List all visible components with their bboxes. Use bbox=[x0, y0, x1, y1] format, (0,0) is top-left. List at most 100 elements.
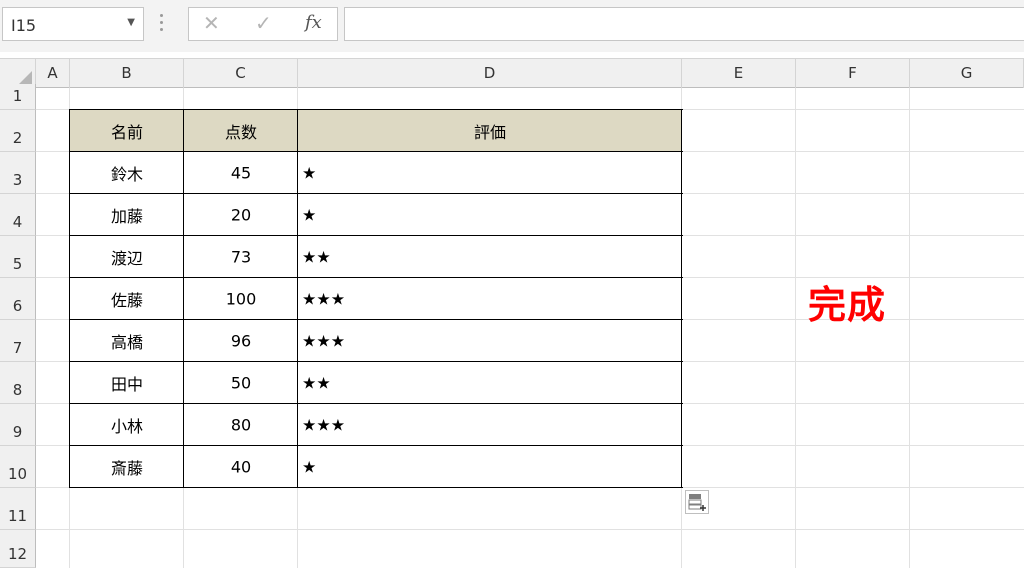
cell-text: ★★★ bbox=[302, 331, 346, 351]
table-cell[interactable]: 80 bbox=[184, 404, 298, 446]
cell-text: 100 bbox=[225, 289, 257, 309]
gridline-vertical bbox=[909, 88, 910, 568]
table-cell[interactable]: 加藤 bbox=[70, 194, 184, 236]
column-header-d[interactable]: D bbox=[298, 59, 682, 88]
table-cell[interactable]: 73 bbox=[184, 236, 298, 278]
table-cell[interactable]: 小林 bbox=[70, 404, 184, 446]
table-border-vertical bbox=[681, 109, 682, 488]
table-cell[interactable]: ★★★ bbox=[298, 404, 682, 446]
table-cell[interactable]: ★ bbox=[298, 194, 682, 236]
column-header-f[interactable]: F bbox=[796, 59, 910, 88]
cell-text: 佐藤 bbox=[110, 291, 143, 310]
row-header-label: 1 bbox=[12, 87, 23, 105]
table-cell[interactable]: ★★★ bbox=[298, 320, 682, 362]
row-header-3[interactable]: 3 bbox=[0, 152, 36, 194]
table-border-vertical bbox=[297, 109, 298, 488]
gridline-vertical bbox=[795, 88, 796, 568]
table-border-horizontal bbox=[70, 277, 683, 278]
row-header-9[interactable]: 9 bbox=[0, 404, 36, 446]
row-header-11[interactable]: 11 bbox=[0, 488, 36, 530]
table-cell[interactable]: 45 bbox=[184, 152, 298, 194]
enter-icon[interactable]: ✓ bbox=[255, 11, 272, 35]
row-header-label: 11 bbox=[7, 507, 28, 525]
column-header-b[interactable]: B bbox=[70, 59, 184, 88]
row-header-2[interactable]: 2 bbox=[0, 110, 36, 152]
row-header-10[interactable]: 10 bbox=[0, 446, 36, 488]
column-header-a[interactable]: A bbox=[36, 59, 70, 88]
chevron-down-icon[interactable]: ▼ bbox=[127, 17, 135, 28]
table-header-cell[interactable]: 名前 bbox=[70, 110, 184, 152]
row-header-label: 10 bbox=[7, 465, 28, 483]
table-border-horizontal bbox=[70, 235, 683, 236]
table-border-vertical bbox=[69, 109, 70, 488]
row-header-1[interactable]: 1 bbox=[0, 84, 36, 110]
cell-text: 20 bbox=[230, 205, 252, 225]
select-all-triangle-icon bbox=[18, 71, 32, 85]
table-border-horizontal bbox=[70, 403, 683, 404]
row-header-12[interactable]: 12 bbox=[0, 530, 36, 568]
cell-text: 評価 bbox=[473, 123, 506, 142]
table-cell[interactable]: 50 bbox=[184, 362, 298, 404]
row-header-8[interactable]: 8 bbox=[0, 362, 36, 404]
table-cell[interactable]: ★★★ bbox=[298, 278, 682, 320]
table-cell[interactable]: 40 bbox=[184, 446, 298, 488]
cancel-icon[interactable]: ✕ bbox=[203, 11, 220, 35]
formula-input[interactable] bbox=[344, 7, 1024, 41]
table-cell[interactable]: 高橋 bbox=[70, 320, 184, 362]
column-header-g[interactable]: G bbox=[910, 59, 1024, 88]
cell-text: 名前 bbox=[110, 123, 143, 142]
cell-text: 渡辺 bbox=[110, 249, 143, 268]
row-header-6[interactable]: 6 bbox=[0, 278, 36, 320]
name-box[interactable]: I15 ▼ bbox=[2, 7, 144, 41]
table-border-horizontal bbox=[70, 109, 683, 110]
formula-buttons: ✕ ✓ fx bbox=[188, 7, 338, 41]
cell-text: 点数 bbox=[224, 123, 257, 142]
table-border-horizontal bbox=[70, 319, 683, 320]
cell-text: 73 bbox=[230, 247, 252, 267]
table-border-horizontal bbox=[70, 361, 683, 362]
cell-text: 加藤 bbox=[110, 207, 143, 226]
row-header-label: 12 bbox=[7, 545, 28, 563]
cell-text: 80 bbox=[230, 415, 252, 435]
cell-text: ★★ bbox=[302, 373, 331, 393]
cell-text: ★ bbox=[302, 205, 317, 225]
table-border-vertical bbox=[183, 109, 184, 488]
gridline-horizontal bbox=[36, 529, 1024, 530]
cell-text: 田中 bbox=[110, 375, 143, 394]
cell-text: 40 bbox=[230, 457, 252, 477]
table-header-cell[interactable]: 点数 bbox=[184, 110, 298, 152]
column-header-e[interactable]: E bbox=[682, 59, 796, 88]
row-header-label: 6 bbox=[12, 297, 23, 315]
column-header-c[interactable]: C bbox=[184, 59, 298, 88]
row-header-label: 4 bbox=[12, 213, 23, 231]
row-header-label: 8 bbox=[12, 381, 23, 399]
row-header-7[interactable]: 7 bbox=[0, 320, 36, 362]
table-cell[interactable]: 100 bbox=[184, 278, 298, 320]
table-cell[interactable]: 田中 bbox=[70, 362, 184, 404]
quick-analysis-icon[interactable] bbox=[685, 490, 709, 514]
row-header-5[interactable]: 5 bbox=[0, 236, 36, 278]
cell-text: ★★★ bbox=[302, 289, 346, 309]
fx-icon[interactable]: fx bbox=[305, 12, 322, 33]
table-cell[interactable]: ★★ bbox=[298, 362, 682, 404]
table-border-horizontal bbox=[70, 151, 683, 152]
table-cell[interactable]: ★ bbox=[298, 446, 682, 488]
table-cell[interactable]: 佐藤 bbox=[70, 278, 184, 320]
cell-text: ★★ bbox=[302, 247, 331, 267]
row-header-label: 7 bbox=[12, 339, 23, 357]
table-cell[interactable]: 斎藤 bbox=[70, 446, 184, 488]
table-cell[interactable]: ★ bbox=[298, 152, 682, 194]
row-header-label: 9 bbox=[12, 423, 23, 441]
row-header-label: 5 bbox=[12, 255, 23, 273]
table-cell[interactable]: 渡辺 bbox=[70, 236, 184, 278]
cell-text: 96 bbox=[230, 331, 252, 351]
name-box-value: I15 bbox=[11, 16, 37, 35]
table-cell[interactable]: 96 bbox=[184, 320, 298, 362]
cell-text: ★★★ bbox=[302, 415, 346, 435]
table-cell[interactable]: 20 bbox=[184, 194, 298, 236]
formula-bar-grip-icon[interactable] bbox=[160, 14, 164, 34]
table-cell[interactable]: ★★ bbox=[298, 236, 682, 278]
table-cell[interactable]: 鈴木 bbox=[70, 152, 184, 194]
row-header-4[interactable]: 4 bbox=[0, 194, 36, 236]
table-header-cell[interactable]: 評価 bbox=[298, 110, 682, 152]
